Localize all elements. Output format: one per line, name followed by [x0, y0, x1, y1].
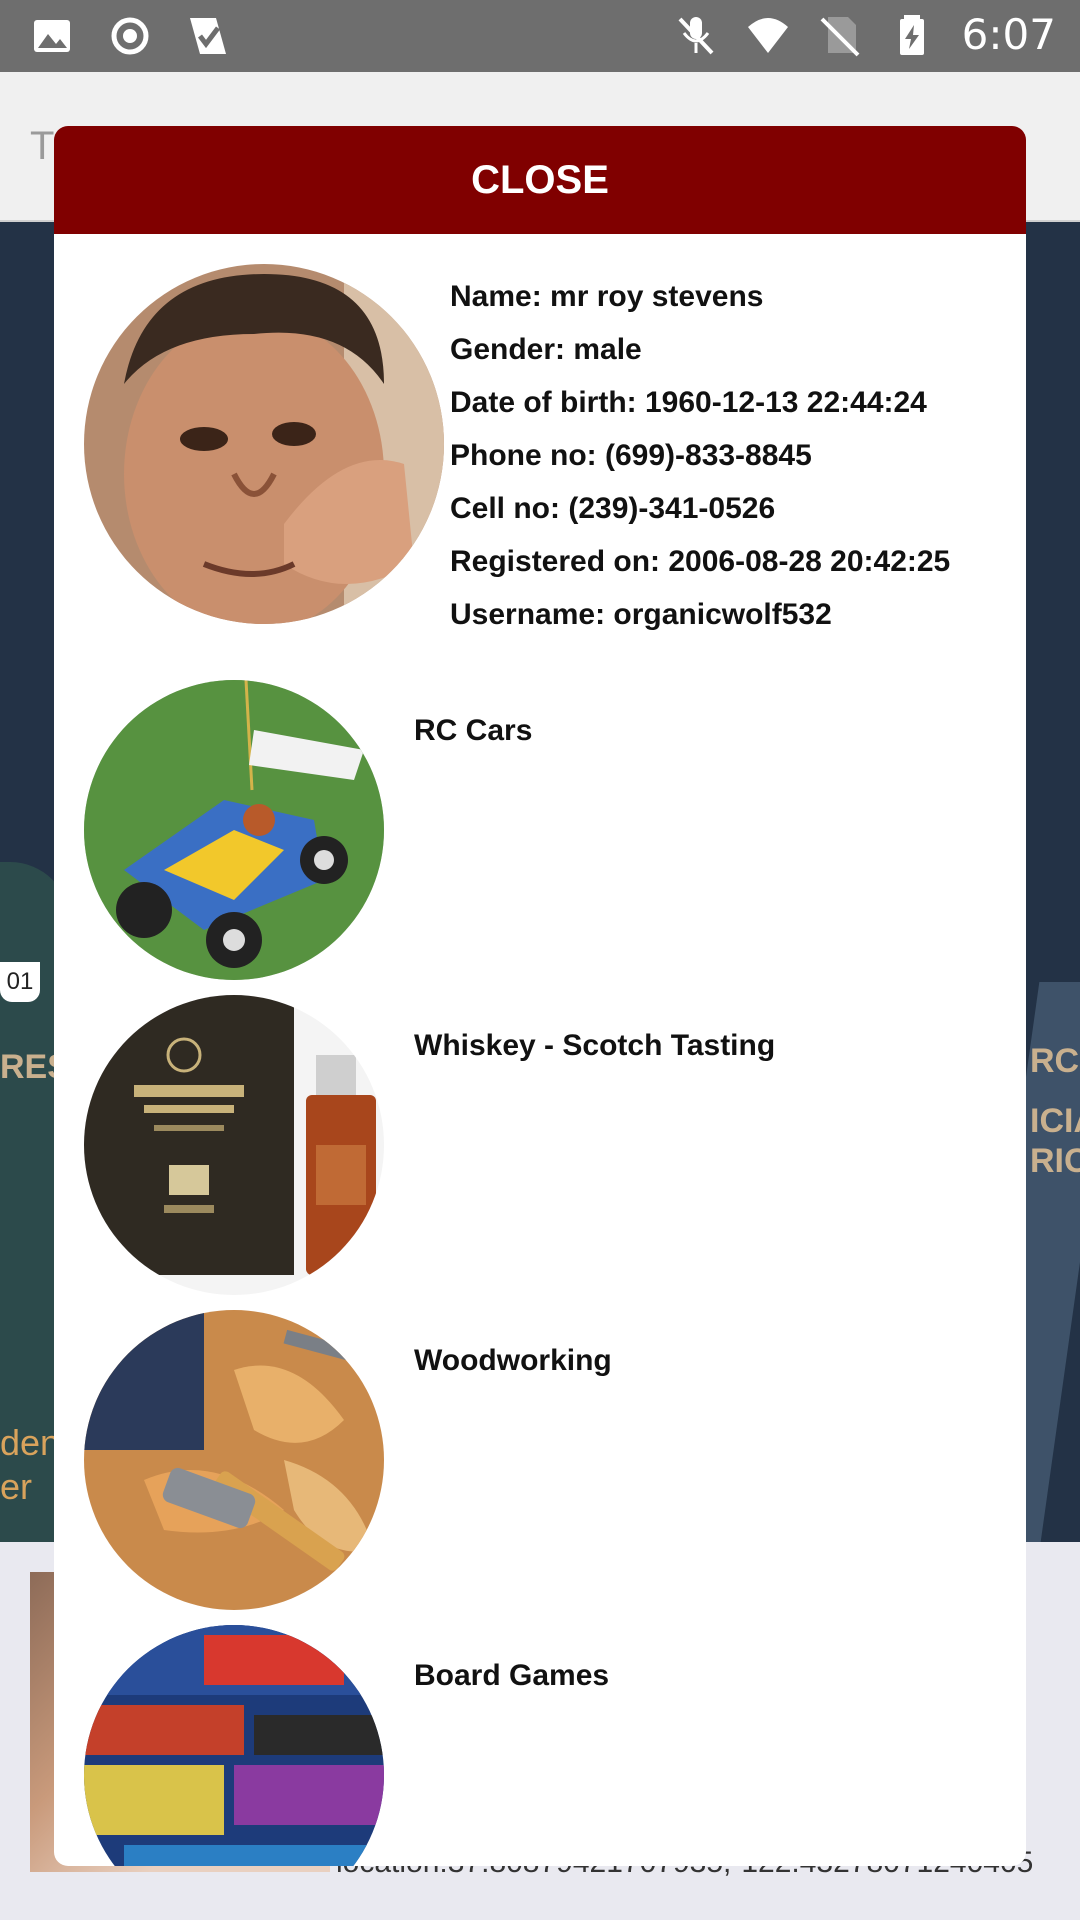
hobby-image: [84, 680, 384, 980]
task-check-icon: [190, 18, 226, 54]
profile-dob: Date of birth: 1960-12-13 22:44:24: [450, 386, 927, 419]
wifi-icon: [747, 17, 788, 53]
profile-avatar-image: [84, 264, 444, 624]
profile-registered: Registered on: 2006-08-28 20:42:25: [450, 545, 951, 578]
status-left-icons: [30, 14, 230, 58]
hobby-image: [84, 1310, 384, 1610]
woodworking-image: [84, 1310, 384, 1610]
hobby-label: RC Cars: [414, 714, 533, 747]
hobby-image: [84, 995, 384, 1295]
profile-username: Username: organicwolf532: [450, 598, 832, 631]
close-button[interactable]: CLOSE: [54, 126, 1026, 234]
hobby-label: Board Games: [414, 1659, 610, 1692]
board-games-image: [84, 1625, 384, 1866]
profile-details: Name: mr roy stevens Gender: male Date o…: [450, 270, 950, 641]
hobby-item-woodworking[interactable]: Woodworking: [84, 1310, 1004, 1610]
profile-gender: Gender: male: [450, 333, 642, 366]
profile-cell: Cell no: (239)-341-0526: [450, 492, 776, 525]
profile-dialog: CLOSE Name: mr roy stevens Gender: male …: [54, 126, 1026, 1866]
route-shield: 01: [0, 962, 40, 1002]
status-bar: 6:07: [0, 0, 1080, 72]
map-label: RCA: [1030, 1042, 1080, 1080]
search-placeholder: T: [30, 124, 55, 168]
profile-phone: Phone no: (699)-833-8845: [450, 439, 812, 472]
map-label: RICT: [1030, 1142, 1080, 1180]
whiskey-image: [84, 995, 384, 1295]
hobby-label: Whiskey - Scotch Tasting: [414, 1029, 776, 1062]
status-right-icons: 6:07: [674, 10, 1056, 59]
battery-charging-icon: [899, 14, 924, 55]
map-label: ICIA: [1030, 1102, 1080, 1140]
hobby-label: Woodworking: [414, 1344, 612, 1377]
profile-name: Name: mr roy stevens: [450, 280, 764, 313]
status-time: 6:07: [961, 10, 1056, 59]
map-label: er: [0, 1466, 33, 1507]
record-icon: [111, 17, 149, 55]
hobby-item-board-games[interactable]: Board Games: [84, 1625, 1004, 1866]
hobby-image: [84, 1625, 384, 1866]
profile-avatar: [84, 264, 444, 624]
hobby-item-rc-cars[interactable]: RC Cars: [84, 680, 1004, 980]
mic-muted-icon: [678, 16, 714, 54]
hobby-item-whiskey[interactable]: Whiskey - Scotch Tasting: [84, 995, 1004, 1295]
rc-car-image: [84, 680, 384, 980]
map-label: den: [0, 1422, 61, 1463]
gallery-icon: [34, 20, 70, 52]
map-road: [1020, 1222, 1080, 1228]
no-sim-icon: [820, 16, 860, 56]
